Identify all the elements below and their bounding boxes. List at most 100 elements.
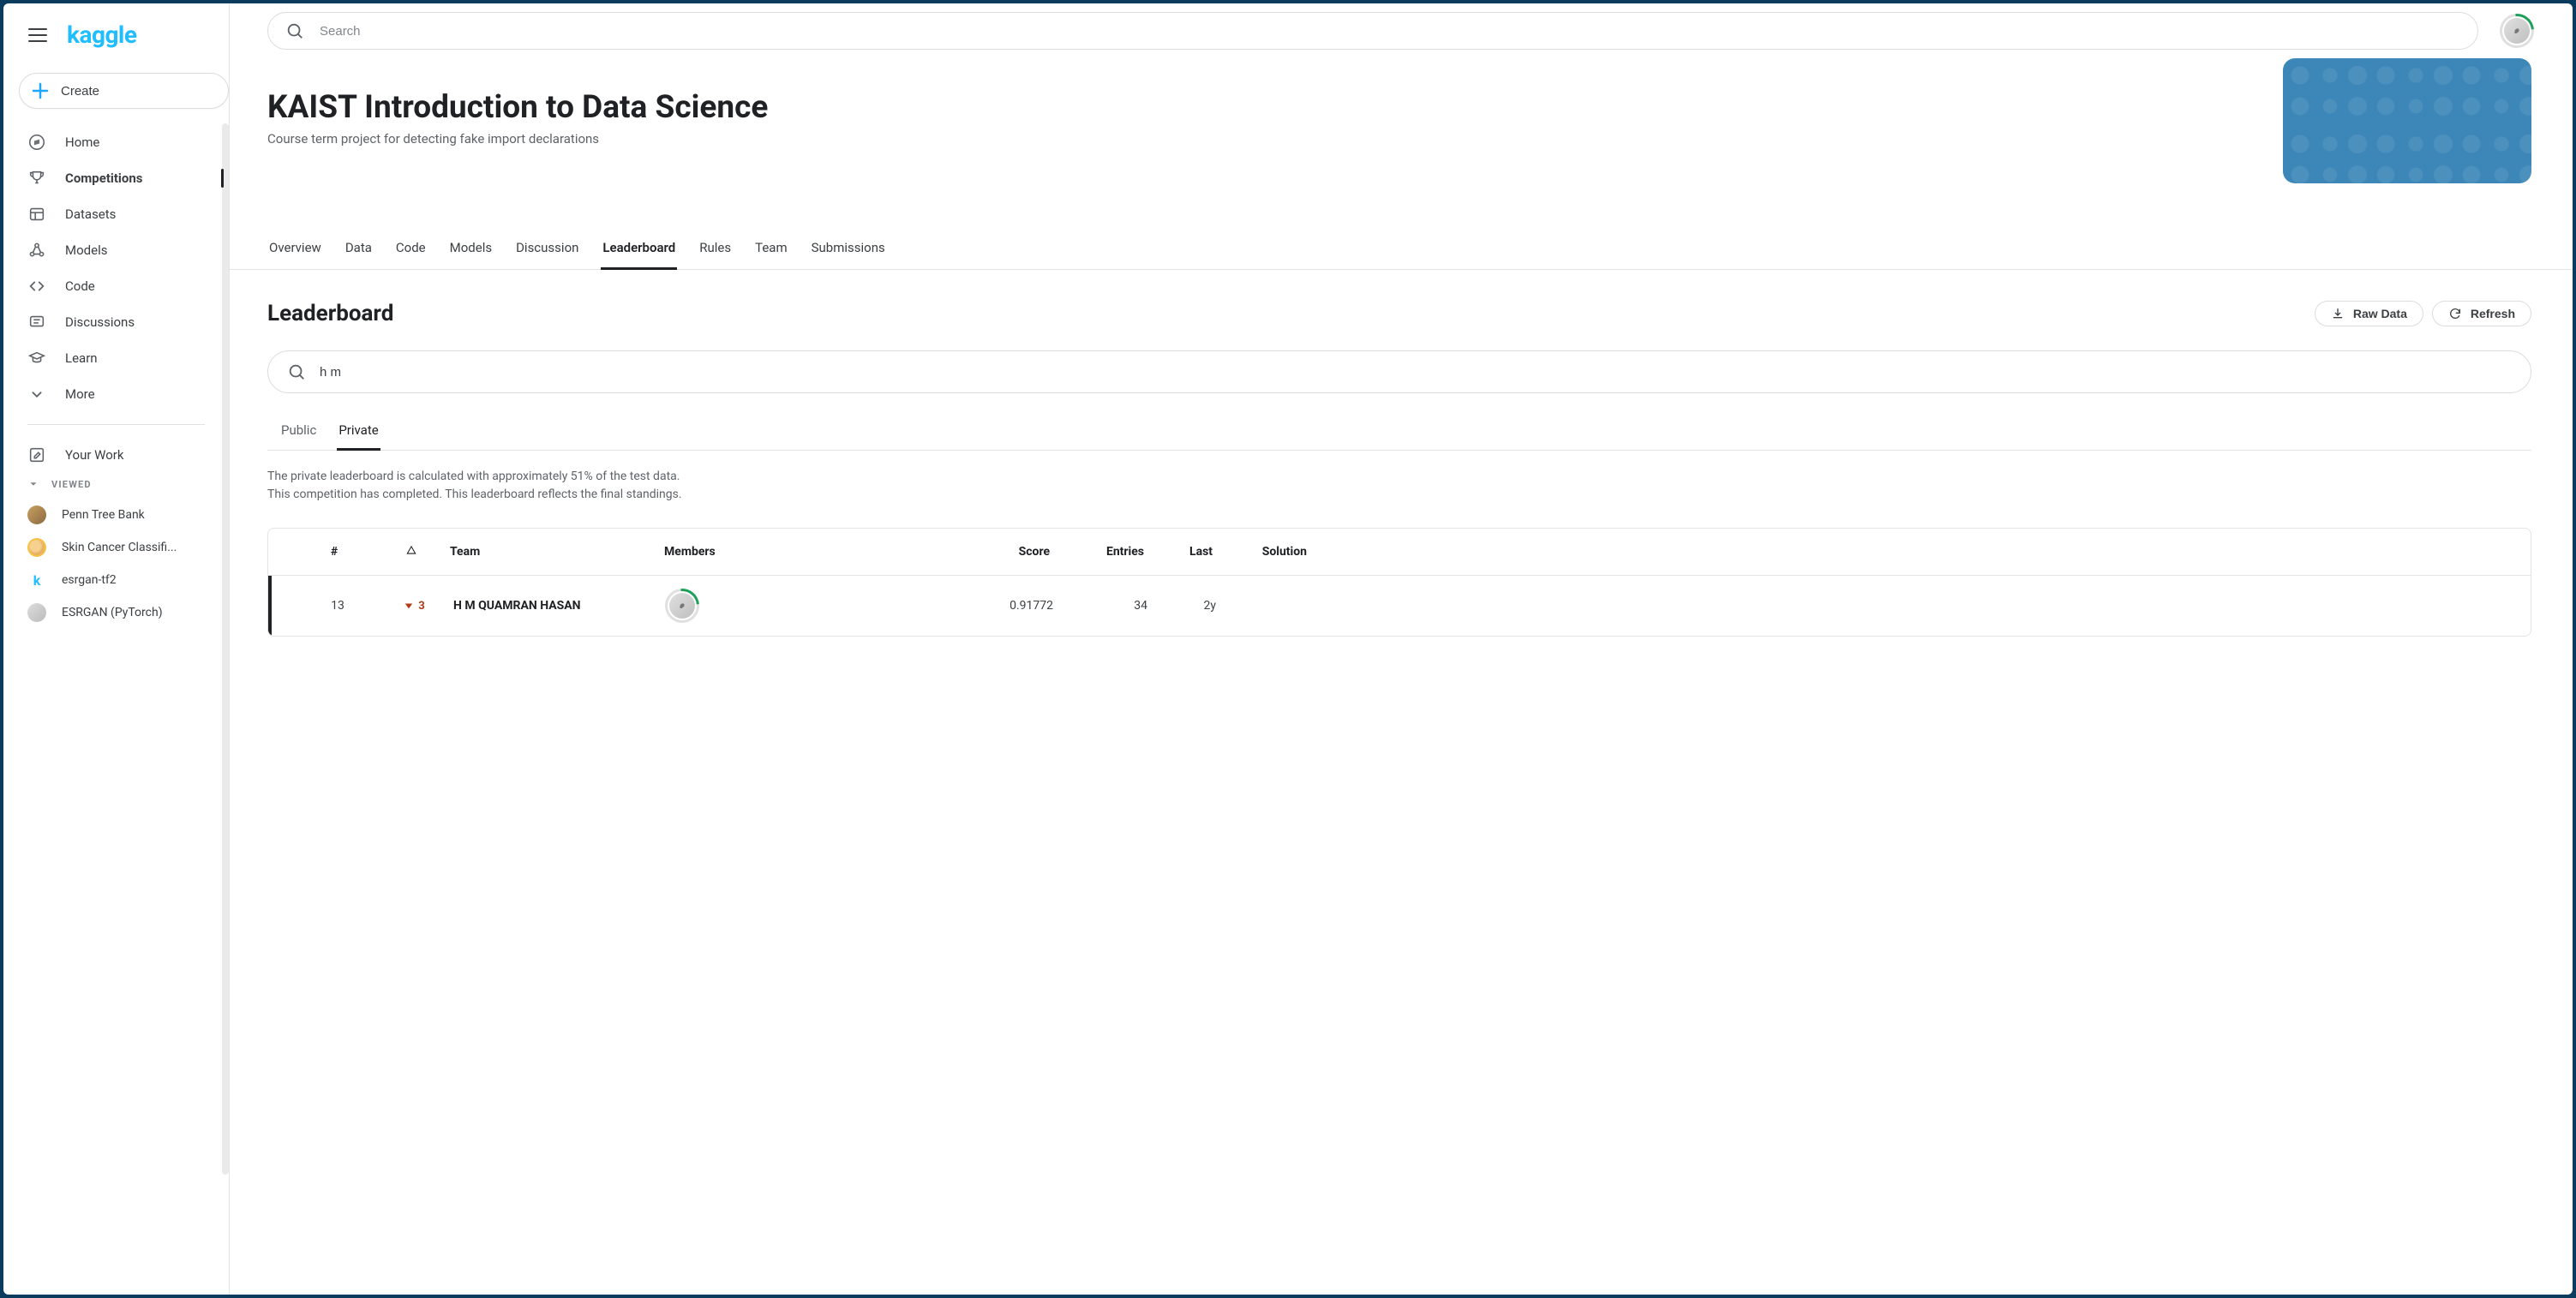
goose-avatar-icon xyxy=(2504,18,2530,44)
dataset-thumb-icon xyxy=(27,505,46,524)
tab-leaderboard[interactable]: Leaderboard xyxy=(601,236,677,270)
sidebar-item-label: Your Work xyxy=(65,447,123,463)
viewed-item[interactable]: k esrgan-tf2 xyxy=(3,564,229,596)
competition-title: KAIST Introduction to Data Science xyxy=(267,89,2531,126)
leaderboard-subtabs: Public Private xyxy=(267,419,2531,451)
leaderboard-search[interactable] xyxy=(267,350,2531,393)
viewed-item-label: Penn Tree Bank xyxy=(62,508,145,522)
sidebar-item-label: Code xyxy=(65,278,95,294)
col-header-members[interactable]: Members xyxy=(664,545,947,559)
network-icon xyxy=(27,241,46,260)
cell-members xyxy=(668,591,950,620)
col-header-rank[interactable]: # xyxy=(296,545,373,559)
menu-icon[interactable] xyxy=(27,25,48,45)
search-icon xyxy=(285,21,304,40)
sidebar-item-label: More xyxy=(65,386,95,402)
cell-team: H M QUAMRAN HASAN xyxy=(453,599,668,613)
topbar xyxy=(230,3,2573,58)
sidebar-item-your-work[interactable]: Your Work xyxy=(3,437,229,473)
global-search-input[interactable] xyxy=(320,24,2460,39)
graduation-icon xyxy=(27,349,46,368)
triangle-down-icon xyxy=(27,478,39,490)
tab-overview[interactable]: Overview xyxy=(267,236,323,269)
leaderboard-table: # Team Members Score Entries Last Soluti… xyxy=(267,528,2531,637)
sidebar-item-competitions[interactable]: Competitions xyxy=(3,160,229,196)
raw-data-button[interactable]: Raw Data xyxy=(2315,301,2423,326)
sidebar-item-datasets[interactable]: Datasets xyxy=(3,196,229,232)
sidebar-nav: Home Competitions Datasets Models xyxy=(3,119,229,629)
tab-rules[interactable]: Rules xyxy=(698,236,733,269)
competition-header: KAIST Introduction to Data Science Cours… xyxy=(230,58,2573,212)
tab-discussion[interactable]: Discussion xyxy=(514,236,580,269)
triangle-down-icon xyxy=(404,601,413,610)
viewed-item[interactable]: ESRGAN (PyTorch) xyxy=(3,596,229,629)
create-button[interactable]: Create xyxy=(19,73,229,109)
cell-entries: 34 xyxy=(1053,599,1147,613)
sidebar-item-label: Competitions xyxy=(65,170,142,186)
member-avatar[interactable] xyxy=(668,591,697,620)
avatar-icon xyxy=(27,603,46,622)
delta-icon xyxy=(405,544,417,556)
edit-square-icon xyxy=(27,446,46,464)
table-header: # Team Members Score Entries Last Soluti… xyxy=(268,529,2531,576)
create-label: Create xyxy=(61,84,99,99)
main-scrollbar[interactable] xyxy=(2564,3,2572,1295)
viewed-item-label: Skin Cancer Classifi... xyxy=(62,541,177,554)
table-row[interactable]: 13 3 H M QUAMRAN HASAN xyxy=(268,576,2531,636)
plus-icon xyxy=(30,81,51,101)
sidebar-item-label: Learn xyxy=(65,350,98,366)
viewed-item[interactable]: Penn Tree Bank xyxy=(3,499,229,531)
goose-avatar-icon xyxy=(669,593,695,619)
code-icon xyxy=(27,277,46,296)
subtab-private[interactable]: Private xyxy=(337,419,380,451)
leaderboard-search-input[interactable] xyxy=(320,365,2512,380)
col-header-score[interactable]: Score xyxy=(947,545,1050,559)
sidebar-item-more[interactable]: More xyxy=(3,376,229,412)
col-header-team[interactable]: Team xyxy=(450,545,664,559)
refresh-button[interactable]: Refresh xyxy=(2432,301,2531,326)
kaggle-k-icon: k xyxy=(27,571,46,589)
tab-team[interactable]: Team xyxy=(753,236,789,269)
viewed-item-label: ESRGAN (PyTorch) xyxy=(62,606,163,619)
col-header-last[interactable]: Last xyxy=(1144,545,1213,559)
viewed-section-toggle[interactable]: VIEWED xyxy=(3,473,229,495)
sidebar-item-label: Home xyxy=(65,135,99,150)
viewed-header-label: VIEWED xyxy=(51,479,92,490)
col-header-entries[interactable]: Entries xyxy=(1050,545,1144,559)
sidebar-item-home[interactable]: Home xyxy=(3,124,229,160)
note-line: This competition has completed. This lea… xyxy=(267,486,2531,504)
trophy-icon xyxy=(27,169,46,188)
sidebar-item-models[interactable]: Models xyxy=(3,232,229,268)
competition-hero-image xyxy=(2283,58,2531,183)
kaggle-logo[interactable]: kaggle xyxy=(67,21,136,49)
tab-models[interactable]: Models xyxy=(448,236,494,269)
cell-score: 0.91772 xyxy=(950,599,1053,613)
search-icon xyxy=(287,362,306,381)
refresh-label: Refresh xyxy=(2471,307,2515,320)
col-header-solution[interactable]: Solution xyxy=(1213,545,1307,559)
tab-data[interactable]: Data xyxy=(344,236,374,269)
compass-icon xyxy=(27,133,46,152)
viewed-item[interactable]: Skin Cancer Classifi... xyxy=(3,531,229,564)
cell-delta-value: 3 xyxy=(418,600,424,613)
sidebar-item-discussions[interactable]: Discussions xyxy=(3,304,229,340)
viewed-item-label: esrgan-tf2 xyxy=(62,573,117,587)
sidebar-item-code[interactable]: Code xyxy=(3,268,229,304)
competition-subtitle: Course term project for detecting fake i… xyxy=(267,131,2531,147)
tab-code[interactable]: Code xyxy=(394,236,428,269)
sidebar-item-learn[interactable]: Learn xyxy=(3,340,229,376)
leaderboard-note: The private leaderboard is calculated wi… xyxy=(267,468,2531,504)
global-search[interactable] xyxy=(267,12,2478,50)
col-header-delta[interactable] xyxy=(373,544,450,559)
subtab-public[interactable]: Public xyxy=(279,419,318,450)
page-title: Leaderboard xyxy=(267,301,393,326)
refresh-icon xyxy=(2448,307,2462,320)
user-avatar[interactable] xyxy=(2502,16,2531,45)
table-icon xyxy=(27,205,46,224)
download-icon xyxy=(2331,307,2345,320)
raw-data-label: Raw Data xyxy=(2353,307,2407,320)
sidebar-item-label: Discussions xyxy=(65,314,135,330)
tab-submissions[interactable]: Submissions xyxy=(810,236,887,269)
main-content: KAIST Introduction to Data Science Cours… xyxy=(230,3,2573,1295)
sidebar-item-label: Datasets xyxy=(65,206,116,222)
